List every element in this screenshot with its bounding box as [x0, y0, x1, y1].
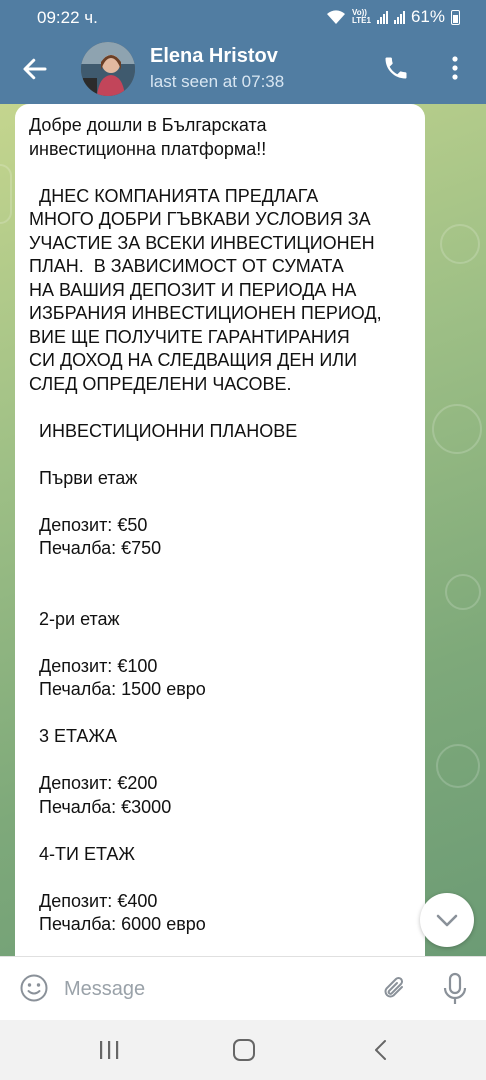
- message-composer: Message: [0, 956, 486, 1020]
- message-line: Първи етаж: [29, 467, 138, 488]
- chat-wallpaper: Добре дошли в Българската инвестиционна п…: [0, 104, 486, 956]
- message-line: инвестиционна платформа!!: [29, 138, 267, 159]
- wallpaper-doodle: [432, 404, 482, 454]
- message-line: ПЛАН. В ЗАВИСИМОСТ ОТ СУМАТА: [29, 256, 344, 276]
- wallpaper-doodle: [440, 224, 480, 264]
- top-bar: 09:22 ч. Vo)) LTE1 61% Elena Hristov las…: [0, 0, 486, 104]
- message-line: [29, 702, 411, 726]
- avatar[interactable]: [81, 42, 135, 96]
- message-line: Депозит: €200: [29, 773, 158, 793]
- message-line: НА ВАШИЯ ДЕПОЗИТ И ПЕРИОДА НА: [29, 279, 357, 300]
- message-line: [29, 866, 411, 890]
- back-nav-icon[interactable]: [372, 1038, 390, 1062]
- chevron-down-icon: [436, 914, 458, 927]
- message-line: УЧАСТИЕ ЗА ВСЕКИ ИНВЕСТИЦИОНЕН: [29, 232, 375, 253]
- message-line: Добре дошли в Българската: [29, 115, 267, 135]
- message-line: Депозит: €100: [29, 655, 158, 676]
- message-line: Печалба: 6000 евро: [29, 914, 206, 934]
- status-icons: Vo)) LTE1 61%: [326, 7, 460, 27]
- status-bar: 09:22 ч. Vo)) LTE1 61%: [0, 0, 486, 34]
- signal-icon: [376, 10, 388, 24]
- scroll-down-button[interactable]: [420, 893, 474, 947]
- more-vertical-icon[interactable]: [445, 54, 465, 82]
- phone-icon[interactable]: [382, 54, 410, 82]
- recent-apps-icon[interactable]: [97, 1039, 121, 1061]
- system-nav-bar: [0, 1020, 486, 1080]
- message-line: 2-ри етаж: [29, 608, 120, 629]
- message-line: Депозит: €400: [29, 890, 158, 911]
- message-line: [29, 490, 411, 514]
- arrow-left-icon[interactable]: [20, 54, 50, 84]
- message-line: Депозит: €50: [29, 514, 148, 535]
- message-line: Печалба: €750: [29, 538, 162, 558]
- message-line: [29, 396, 411, 420]
- message-line: [29, 631, 411, 655]
- message-line: [29, 584, 411, 608]
- wallpaper-doodle: [0, 164, 12, 224]
- message-line: СИ ДОХОД НА СЛЕДВАЩИЯ ДЕН ИЛИ: [29, 350, 358, 370]
- message-line: 4-ТИ ЕТАЖ: [29, 843, 135, 864]
- message-text: Добре дошли в Българската инвестиционна п…: [29, 114, 411, 937]
- microphone-icon[interactable]: [441, 972, 469, 1006]
- message-line: ВИЕ ЩЕ ПОЛУЧИТЕ ГАРАНТИРАНИЯ: [29, 326, 350, 347]
- wallpaper-doodle: [445, 574, 481, 610]
- message-line: Печалба: 1500 евро: [29, 679, 206, 699]
- wifi-icon: [327, 10, 345, 24]
- message-line: [29, 749, 411, 773]
- message-line: ИНВЕСТИЦИОННИ ПЛАНОВЕ: [29, 420, 298, 441]
- message-line: [29, 443, 411, 467]
- contact-name[interactable]: Elena Hristov: [150, 45, 278, 68]
- avatar-photo: [81, 42, 135, 96]
- last-seen-status: last seen at 07:38: [150, 72, 285, 91]
- message-line: [29, 819, 411, 843]
- message-line: ИЗБРАНИЯ ИНВЕСТИЦИОНЕН ПЕРИОД,: [29, 303, 382, 323]
- message-line: 3 ЕТАЖА: [29, 726, 118, 746]
- wallpaper-doodle: [436, 744, 480, 788]
- signal-2-icon: [393, 10, 405, 24]
- paperclip-icon[interactable]: [380, 974, 410, 1004]
- message-line: [29, 161, 411, 185]
- chat-header: Elena Hristov last seen at 07:38: [0, 34, 486, 104]
- battery-icon: [451, 9, 460, 25]
- message-line: [29, 561, 411, 585]
- message-line: Печалба: €3000: [29, 796, 172, 817]
- message-line: СЛЕД ОПРЕДЕЛЕНИ ЧАСОВЕ.: [29, 373, 292, 394]
- status-time: 09:22 ч.: [37, 8, 98, 27]
- home-icon[interactable]: [232, 1038, 256, 1062]
- battery-percent: 61%: [410, 7, 445, 26]
- message-line: ДНЕС КОМПАНИЯТА ПРЕДЛАГА: [29, 185, 319, 206]
- volte-label: Vo)) LTE1: [352, 8, 371, 25]
- message-input[interactable]: Message: [64, 978, 145, 1001]
- message-line: МНОГО ДОБРИ ГЪВКАВИ УСЛОВИЯ ЗА: [29, 209, 371, 229]
- emoji-icon[interactable]: [19, 973, 49, 1003]
- message-bubble[interactable]: Добре дошли в Българската инвестиционна п…: [15, 104, 425, 956]
